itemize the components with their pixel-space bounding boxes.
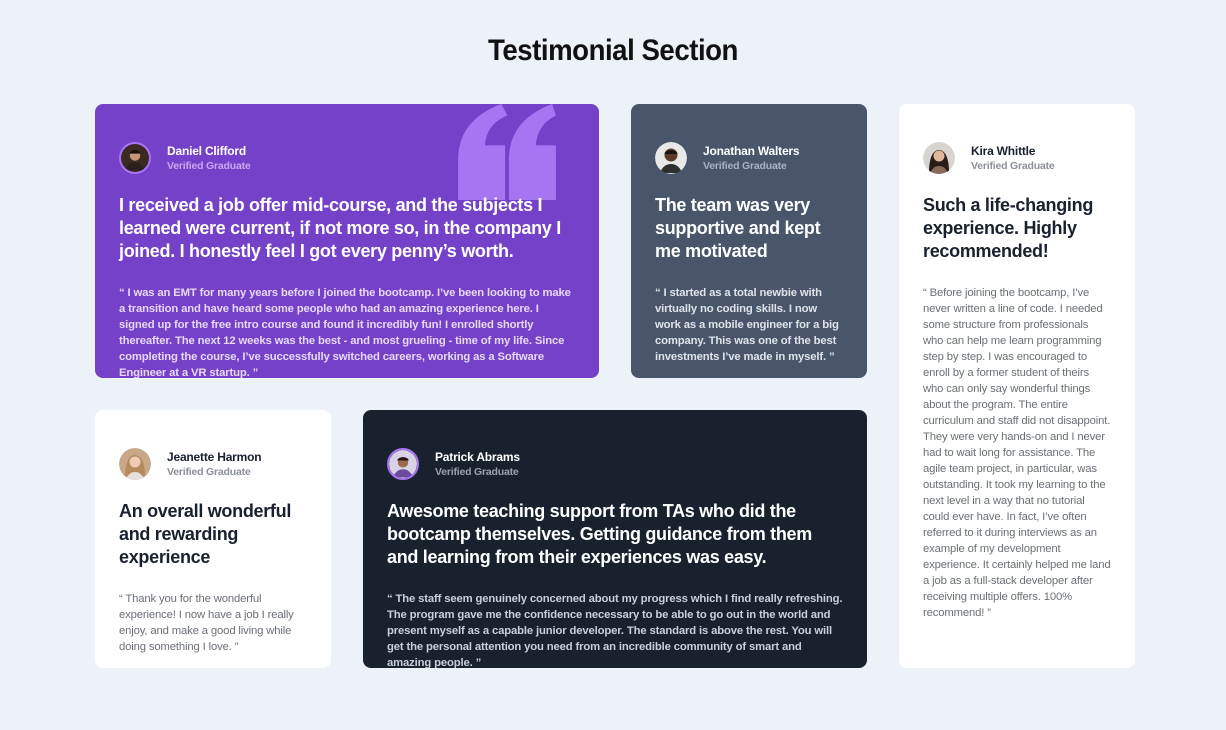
testimonial-headline: The team was very supportive and kept me… [655,195,821,261]
testimonial-headline: Such a life-changing experience. Highly … [923,195,1094,261]
testimonial-card-jonathan-walters: Jonathan Walters Verified Graduate The t… [631,104,867,378]
testimonial-author: Daniel Clifford Verified Graduate [119,142,575,174]
testimonial-card-jeanette-harmon: Jeanette Harmon Verified Graduate An ove… [95,410,331,668]
author-status: Verified Graduate [167,159,251,172]
testimonial-quote: “ I was an EMT for many years before I j… [119,287,571,378]
testimonial-author: Patrick Abrams Verified Graduate [387,448,843,480]
testimonial-headline: Awesome teaching support from TAs who di… [387,501,812,567]
testimonial-card-kira-whittle: Kira Whittle Verified Graduate Such a li… [899,104,1135,668]
author-status: Verified Graduate [435,465,519,478]
author-name: Jonathan Walters [703,143,800,158]
avatar [119,142,151,174]
testimonial-quote: “ The staff seem genuinely concerned abo… [387,593,843,668]
testimonial-author: Jeanette Harmon Verified Graduate [119,448,307,480]
testimonial-author: Kira Whittle Verified Graduate [923,142,1111,174]
author-name: Daniel Clifford [167,143,247,158]
page-title: Testimonial Section [488,34,738,67]
avatar [387,448,419,480]
author-name: Kira Whittle [971,143,1036,158]
testimonial-quote: “ I started as a total newbie with virtu… [655,287,839,363]
author-status: Verified Graduate [167,465,251,478]
avatar [655,142,687,174]
author-name: Jeanette Harmon [167,449,262,464]
avatar [923,142,955,174]
testimonial-card-patrick-abrams: Patrick Abrams Verified Graduate Awesome… [363,410,867,668]
testimonial-author: Jonathan Walters Verified Graduate [655,142,843,174]
testimonial-card-daniel-clifford: Daniel Clifford Verified Graduate I rece… [95,104,599,378]
author-status: Verified Graduate [971,159,1055,172]
author-name: Patrick Abrams [435,449,520,464]
testimonial-headline: An overall wonderful and rewarding exper… [119,501,292,567]
testimonial-quote: “ Thank you for the wonderful experience… [119,593,294,653]
testimonial-headline: I received a job offer mid-course, and t… [119,195,561,261]
avatar [119,448,151,480]
author-status: Verified Graduate [703,159,787,172]
testimonial-quote: “ Before joining the bootcamp, I’ve neve… [923,287,1111,619]
